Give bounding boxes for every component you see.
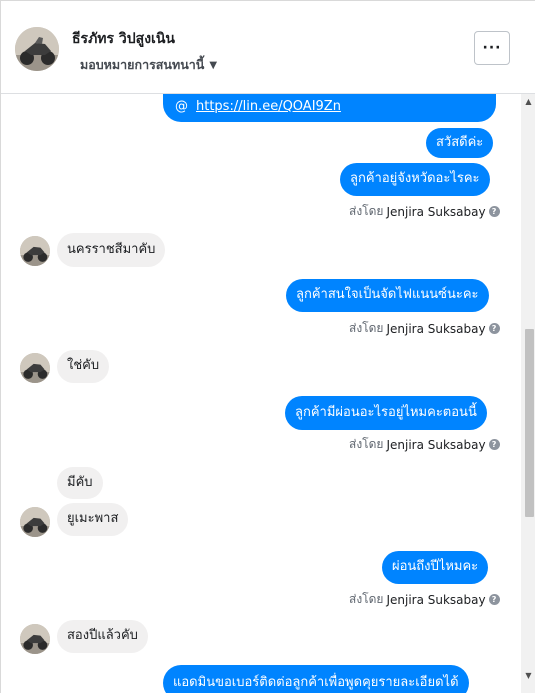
sent-by-prefix: ส่งโดย	[349, 437, 384, 451]
contact-avatar-small	[20, 353, 50, 383]
conversation-panel: ธีรภัทร วิปสูงเนิน มอบหมายการสนทนานี้ ▼ …	[0, 0, 535, 693]
contact-avatar-small	[20, 236, 50, 266]
at-icon: @	[175, 99, 188, 114]
message-bubble-outgoing: ลูกค้าสนใจเป็นจัดไฟแนนซ์นะคะ	[286, 279, 489, 312]
sent-by-label: ส่งโดย Jenjira Suksabay ?	[349, 435, 500, 454]
thread-scrollbar[interactable]: ▲ ▼	[521, 94, 535, 693]
caret-down-icon: ▼	[209, 59, 218, 71]
contact-avatar-small	[20, 507, 50, 537]
sent-by-prefix: ส่งโดย	[349, 321, 384, 335]
agent-name: Jenjira Suksabay	[386, 592, 486, 607]
contact-avatar[interactable]	[15, 27, 59, 71]
message-bubble-outgoing: ผ่อนถึงปีไหมคะ	[382, 551, 489, 584]
message-bubble-outgoing: ลูกค้ามีผ่อนอะไรอยู่ไหมคะตอนนี้	[285, 396, 487, 430]
sent-by-label: ส่งโดย Jenjira Suksabay ?	[349, 319, 500, 338]
sent-by-label: ส่งโดย Jenjira Suksabay ?	[349, 202, 500, 221]
contact-name: ธีรภัทร วิปสูงเนิน	[72, 31, 175, 47]
more-options-button[interactable]: ···	[474, 31, 510, 65]
motorcycle-photo-icon	[15, 27, 59, 71]
message-bubble-outgoing: @ https://lin.ee/QOAI9Zn	[163, 94, 496, 122]
conversation-header: ธีรภัทร วิปสูงเนิน มอบหมายการสนทนานี้ ▼ …	[1, 1, 535, 94]
agent-name: Jenjira Suksabay	[386, 204, 486, 219]
message-bubble-outgoing: ลูกค้าอยู่จังหวัดอะไรคะ	[340, 163, 490, 196]
help-icon[interactable]: ?	[488, 439, 500, 450]
sent-by-label: ส่งโดย Jenjira Suksabay ?	[349, 590, 500, 609]
message-bubble-outgoing: แอดมินขอเบอร์ติดต่อลูกค้าเพื่อพูดคุยรายล…	[163, 665, 469, 693]
motorcycle-photo-icon	[20, 353, 50, 383]
motorcycle-photo-icon	[20, 624, 50, 654]
message-thread: @ https://lin.ee/QOAI9Zn สวัสดีค่ะ ลูกค้า…	[1, 94, 521, 693]
scroll-up-arrow-icon[interactable]: ▲	[523, 96, 534, 107]
help-icon[interactable]: ?	[488, 594, 500, 605]
agent-name: Jenjira Suksabay	[386, 437, 486, 452]
assign-conversation-dropdown[interactable]: มอบหมายการสนทนานี้ ▼	[80, 55, 217, 75]
motorcycle-photo-icon	[20, 507, 50, 537]
sent-by-prefix: ส่งโดย	[349, 592, 384, 606]
sent-by-prefix: ส่งโดย	[349, 204, 384, 218]
contact-avatar-small	[20, 624, 50, 654]
help-icon[interactable]: ?	[488, 206, 500, 217]
assign-label: มอบหมายการสนทนานี้	[80, 57, 205, 72]
message-bubble-incoming: ยูเมะพาส	[57, 503, 129, 536]
scrollbar-thumb[interactable]	[525, 329, 534, 517]
message-bubble-incoming: สองปีแล้วคับ	[57, 620, 148, 653]
message-bubble-incoming: มีคับ	[57, 467, 103, 499]
agent-name: Jenjira Suksabay	[386, 321, 486, 336]
message-bubble-outgoing: สวัสดีค่ะ	[426, 128, 494, 158]
line-link[interactable]: https://lin.ee/QOAI9Zn	[196, 99, 341, 114]
scroll-down-arrow-icon[interactable]: ▼	[523, 670, 534, 681]
motorcycle-photo-icon	[20, 236, 50, 266]
message-bubble-incoming: นครราชสีมาคับ	[57, 233, 166, 267]
message-bubble-incoming: ใช่คับ	[57, 350, 110, 383]
help-icon[interactable]: ?	[488, 323, 500, 334]
